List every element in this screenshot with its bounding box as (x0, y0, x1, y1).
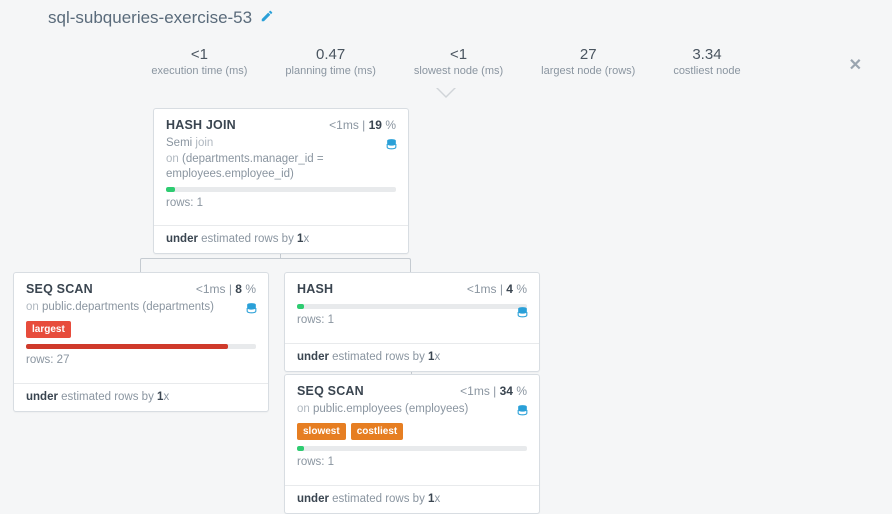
estimate-note: under estimated rows by 1x (285, 343, 539, 371)
node-metric: <1ms | 4 % (467, 282, 527, 296)
progress-bar (297, 304, 527, 309)
estimate-note: under estimated rows by 1x (285, 485, 539, 513)
rows-count: rows: 1 (297, 313, 527, 335)
node-condition: on (departments.manager_id = employees.e… (166, 152, 396, 183)
close-icon[interactable]: ✕ (849, 55, 862, 75)
progress-bar (26, 344, 256, 349)
tag-slowest: slowest (297, 423, 346, 441)
node-metric: <1ms | 19 % (329, 118, 396, 132)
stat-largest: 27 largest node (rows) (541, 46, 635, 77)
database-icon (516, 404, 529, 423)
stat-slowest: <1 slowest node (ms) (414, 46, 503, 77)
page-title: sql-subqueries-exercise-53 (48, 8, 252, 28)
node-subtitle: Semi join (166, 136, 396, 152)
progress-bar (166, 187, 396, 192)
node-hash-join[interactable]: HASH JOIN <1ms | 19 % Semi join on (depa… (153, 108, 409, 254)
node-relation: on public.employees (employees) (297, 402, 527, 418)
estimate-note: under estimated rows by 1x (14, 383, 268, 411)
stat-exec-time: <1 execution time (ms) (151, 46, 247, 77)
estimate-note: under estimated rows by 1x (154, 225, 408, 253)
database-icon (385, 138, 398, 157)
node-relation: on public.departments (departments) (26, 300, 256, 316)
node-metric: <1ms | 8 % (196, 282, 256, 296)
database-icon (245, 302, 258, 321)
rows-count: rows: 1 (166, 196, 396, 218)
pointer-down-icon (436, 88, 456, 98)
node-title: HASH JOIN (166, 118, 236, 132)
node-seq-scan-departments[interactable]: SEQ SCAN <1ms | 8 % on public.department… (13, 272, 269, 412)
rows-count: rows: 1 (297, 455, 527, 477)
tag-costliest: costliest (351, 423, 404, 441)
edit-icon[interactable] (260, 9, 274, 27)
database-icon (516, 306, 529, 325)
node-title: HASH (297, 282, 333, 296)
node-title: SEQ SCAN (297, 384, 364, 398)
rows-count: rows: 27 (26, 353, 256, 375)
stat-costliest: 3.34 costliest node (673, 46, 740, 77)
node-hash[interactable]: HASH <1ms | 4 % rows: 1 under estimated … (284, 272, 540, 372)
node-seq-scan-employees[interactable]: SEQ SCAN <1ms | 34 % on public.employees… (284, 374, 540, 514)
tag-largest: largest (26, 321, 71, 339)
stat-plan-time: 0.47 planning time (ms) (285, 46, 375, 77)
node-metric: <1ms | 34 % (460, 384, 527, 398)
stats-bar: <1 execution time (ms) 0.47 planning tim… (0, 40, 892, 87)
node-title: SEQ SCAN (26, 282, 93, 296)
connector (140, 258, 411, 272)
progress-bar (297, 446, 527, 451)
